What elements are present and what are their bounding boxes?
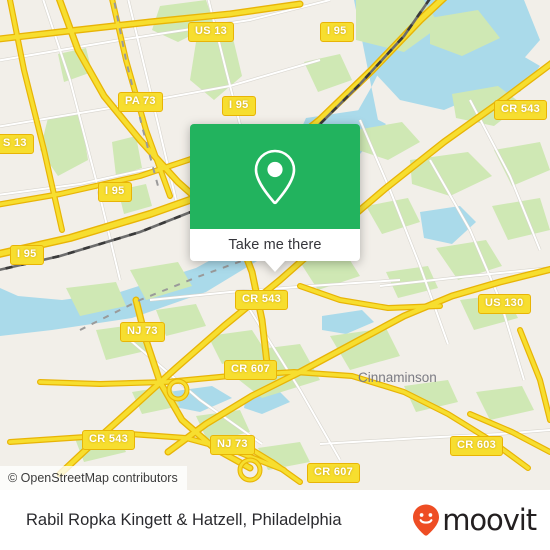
take-me-there-label: Take me there bbox=[228, 237, 322, 253]
map-pin-icon bbox=[254, 149, 296, 204]
popup-pointer bbox=[265, 261, 285, 272]
road-shield: CR 607 bbox=[224, 360, 278, 380]
road-shield: CR 543 bbox=[235, 290, 289, 310]
location-title: Rabil Ropka Kingett & Hatzell, Philadelp… bbox=[26, 510, 342, 529]
moovit-logo[interactable]: moovit bbox=[411, 502, 537, 537]
road-shield: CR 543 bbox=[494, 100, 548, 120]
attribution-text: © OpenStreetMap contributors bbox=[8, 471, 178, 485]
road-shield: NJ 73 bbox=[120, 322, 165, 342]
road-shield: I 95 bbox=[222, 96, 256, 116]
road-shield: NJ 73 bbox=[210, 435, 255, 455]
road-shield: S 13 bbox=[0, 134, 34, 154]
moovit-wordmark: moovit bbox=[442, 502, 537, 537]
moovit-smiley-pin-icon bbox=[413, 504, 440, 536]
place-label: Cinnaminson bbox=[358, 370, 437, 385]
road-shield: CR 543 bbox=[82, 430, 136, 450]
road-shield: CR 603 bbox=[450, 436, 504, 456]
road-shield: I 95 bbox=[10, 245, 44, 265]
road-shield: I 95 bbox=[98, 182, 132, 202]
map-attribution[interactable]: © OpenStreetMap contributors bbox=[0, 466, 187, 490]
road-shield: CR 607 bbox=[307, 463, 361, 483]
road-shield: US 13 bbox=[188, 22, 235, 42]
road-shield: US 130 bbox=[478, 294, 531, 314]
popup-header bbox=[190, 124, 360, 229]
footer-bar: Rabil Ropka Kingett & Hatzell, Philadelp… bbox=[0, 490, 550, 550]
road-shield: I 95 bbox=[320, 22, 354, 42]
map-screen: US 13 I 95 PA 73 I 95 CR 543 S 13 I 95 I 95 CR 5… bbox=[0, 0, 550, 550]
road-shield: PA 73 bbox=[118, 92, 163, 112]
take-me-there-button[interactable]: Take me there bbox=[190, 229, 360, 261]
destination-popup-card[interactable]: Take me there bbox=[190, 124, 360, 272]
map-canvas[interactable]: US 13 I 95 PA 73 I 95 CR 543 S 13 I 95 I 95 CR 5… bbox=[0, 0, 550, 490]
